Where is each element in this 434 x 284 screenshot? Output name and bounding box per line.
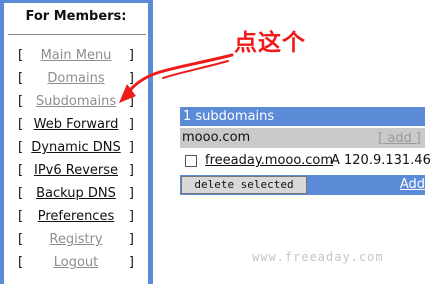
add-link[interactable]: Add xyxy=(400,177,425,192)
action-row: delete selected Add xyxy=(180,175,425,195)
domain-row: mooo.com [ add ] xyxy=(180,128,425,148)
select-checkbox[interactable] xyxy=(185,155,197,167)
add-subdomain-link[interactable]: [ add ] xyxy=(378,131,421,146)
annotation-text: 点这个 xyxy=(234,30,306,56)
subdomain-link[interactable]: freeaday.mooo.com xyxy=(205,153,333,168)
record-ip: 120.9.131.46 xyxy=(344,153,431,168)
table-row: freeaday.mooo.com A 120.9.131.46 xyxy=(180,152,434,172)
domain-name: mooo.com xyxy=(182,130,251,145)
subdomains-count-header: 1 subdomains xyxy=(180,107,425,126)
delete-selected-button[interactable]: delete selected xyxy=(181,176,307,194)
watermark: www.freeaday.com xyxy=(252,250,384,264)
record-type: A xyxy=(331,153,340,168)
